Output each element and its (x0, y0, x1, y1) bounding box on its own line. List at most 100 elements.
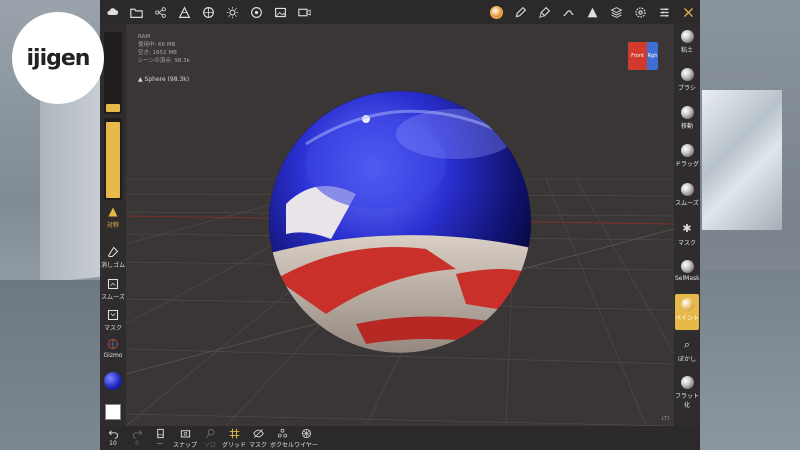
solo-search-icon (205, 428, 214, 438)
corner-label: LT1 (661, 416, 670, 422)
clay-ball-icon (680, 30, 694, 43)
nomad-sculpt-app: RAM 使用中: 66 MB 空き: 1652 MB シーンの頂点: 98.3k… (100, 0, 700, 450)
grid-label: グリッド (222, 442, 247, 449)
material-swatch[interactable] (104, 372, 122, 390)
tool-brush[interactable]: ブラシ (675, 64, 699, 100)
brush-ball-icon (680, 68, 694, 81)
render-icon[interactable] (244, 0, 268, 24)
material-preview-icon[interactable] (484, 0, 508, 24)
tool-label: 粘土 (680, 47, 693, 54)
tool-label: スムーズ (675, 200, 699, 207)
wireframe-label: ワイヤー (294, 442, 318, 449)
tools-icon[interactable] (676, 0, 700, 24)
smooth-ball-icon (680, 183, 694, 196)
gizmo-label: Gizmo (103, 352, 123, 359)
radius-slider[interactable] (104, 32, 122, 114)
blur-icon: ⌕ (683, 338, 691, 351)
snap-label: スナップ (173, 442, 198, 449)
background-floor-right (700, 270, 800, 450)
view-cube[interactable]: Front Rgh (628, 42, 658, 70)
intensity-slider-fill (106, 122, 120, 198)
pencil-icon[interactable] (508, 0, 532, 24)
bottom-toolbar: 10 0 --- スナップ ソロ グリッド マスク ボクセル ワイヤー (100, 426, 700, 450)
mask-icon: ✱ (682, 222, 692, 235)
tool-blur[interactable]: ⌕ ぼかし (675, 334, 699, 370)
mask-button[interactable]: マスク (100, 309, 126, 332)
tool-smooth[interactable]: スムーズ (675, 179, 699, 215)
ram-free: 空き: 1652 MB (138, 50, 177, 56)
move-ball-icon (680, 106, 694, 119)
tool-label: ペイント (675, 315, 700, 322)
tool-label: ぼかし (677, 356, 696, 363)
scene-object-item[interactable]: ▲ Sphere (98.3k) (138, 76, 189, 83)
cloud-icon[interactable] (100, 0, 124, 24)
tool-drag[interactable]: ドラッグ (675, 140, 699, 176)
undo-icon (108, 430, 118, 439)
tool-flatten[interactable]: フラット化 (675, 372, 699, 412)
tool-paint[interactable]: ペイント (675, 294, 699, 330)
sliders-icon[interactable] (652, 0, 676, 24)
sphere-mesh[interactable] (266, 84, 536, 364)
voxel-icon (277, 428, 287, 438)
folder-icon[interactable] (124, 0, 148, 24)
tool-label: マスク (677, 240, 696, 247)
eraser-button[interactable]: 消しゴム (100, 246, 126, 269)
background-window (702, 90, 782, 230)
eraser-icon (107, 246, 119, 258)
right-tool-sidebar: 粘土 ブラシ 移動 ドラッグ スムーズ ✱ マスク SelMask ペイント ⌕… (674, 24, 700, 426)
phone-icon (156, 428, 164, 439)
smooth-icon (107, 278, 119, 290)
background-right (700, 0, 800, 450)
undo-button[interactable]: 10 (101, 428, 125, 447)
triangle-icon[interactable] (580, 0, 604, 24)
selmask-ball-icon (680, 260, 694, 273)
symmetry-icon (108, 207, 118, 217)
stroke-icon[interactable] (556, 0, 580, 24)
top-toolbar (100, 0, 700, 24)
settings-icon[interactable] (628, 0, 652, 24)
video-icon[interactable] (292, 0, 316, 24)
scene-graph-icon[interactable] (148, 0, 172, 24)
tool-clay[interactable]: 粘土 (675, 26, 699, 62)
layout-dash: --- (156, 440, 164, 447)
scene-vertex-count: シーンの頂点: 98.3k (138, 58, 190, 64)
smooth-button[interactable]: スムーズ (100, 278, 126, 301)
redo-count: 0 (135, 440, 139, 447)
symmetry-label: 対称 (106, 222, 119, 229)
redo-button[interactable]: 0 (125, 428, 149, 447)
mask-toggle-button[interactable]: マスク (246, 428, 270, 449)
view-cube-front[interactable]: Front (628, 42, 647, 70)
ram-label: RAM (138, 34, 151, 40)
tool-selmask[interactable]: SelMask (675, 256, 700, 292)
solo-button[interactable]: ソロ (198, 428, 222, 449)
3d-viewport[interactable]: RAM 使用中: 66 MB 空き: 1652 MB シーンの頂点: 98.3k… (126, 24, 674, 426)
intensity-slider[interactable] (104, 118, 122, 200)
brand-logo: ijigen (12, 12, 104, 104)
view-cube-right[interactable]: Rgh (647, 42, 658, 70)
eraser-label: 消しゴム (100, 262, 125, 269)
left-sidebar: 対称 消しゴム スムーズ マスク Gizmo (100, 24, 126, 426)
tool-mask[interactable]: ✱ マスク (675, 218, 699, 254)
symmetry-button[interactable]: 対称 (100, 206, 126, 229)
paint-ball-icon (680, 298, 694, 311)
topology-icon[interactable] (172, 0, 196, 24)
color-swatch[interactable] (105, 404, 121, 420)
radius-slider-fill (106, 104, 120, 112)
wireframe-button[interactable]: ワイヤー (294, 428, 318, 449)
gizmo-button[interactable]: Gizmo (100, 338, 126, 359)
scene-object-label: Sphere (98.3k) (144, 76, 190, 83)
tool-label: 移動 (680, 123, 693, 130)
image-icon[interactable] (268, 0, 292, 24)
voxel-button[interactable]: ボクセル (270, 428, 294, 449)
brush-icon[interactable] (532, 0, 556, 24)
phone-layout-button[interactable]: --- (148, 428, 172, 447)
stats-panel: RAM 使用中: 66 MB 空き: 1652 MB シーンの頂点: 98.3k (138, 33, 190, 65)
background-floor (0, 280, 100, 450)
layers-icon[interactable] (604, 0, 628, 24)
grid-button[interactable]: グリッド (222, 428, 246, 449)
material-icon[interactable] (196, 0, 220, 24)
flatten-ball-icon (680, 376, 694, 389)
tool-move[interactable]: 移動 (675, 102, 699, 138)
lighting-icon[interactable] (220, 0, 244, 24)
snap-button[interactable]: スナップ (173, 428, 197, 449)
